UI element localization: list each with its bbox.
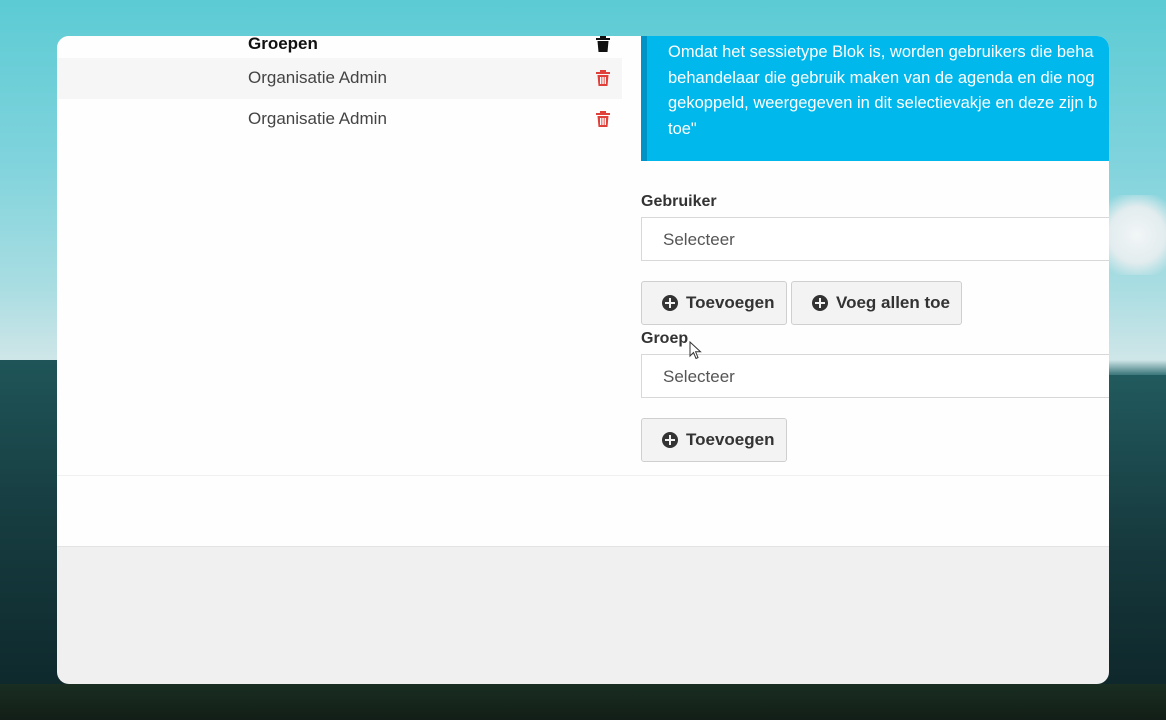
user-field-label: Gebruiker: [641, 193, 717, 210]
group-select-value: Selecteer: [663, 367, 735, 386]
group-name: Organisatie Admin: [248, 68, 387, 87]
add-all-users-button[interactable]: Voeg allen toe: [791, 281, 962, 325]
content-divider: [57, 475, 1109, 476]
add-group-button[interactable]: Toevoegen: [641, 418, 787, 462]
trash-icon[interactable]: [596, 36, 610, 52]
list-item: Organisatie Admin: [57, 99, 622, 140]
main-content: Groepen Organisatie Admin Organisatie Ad…: [57, 36, 1109, 547]
user-select-value: Selecteer: [663, 230, 735, 249]
plus-circle-icon: [662, 432, 678, 448]
background-ground: [0, 684, 1166, 720]
trash-icon[interactable]: [596, 70, 610, 86]
background-hill-right: [1100, 375, 1166, 720]
groups-header-label: Groepen: [248, 36, 318, 53]
mouse-cursor-icon: [689, 341, 702, 360]
add-user-button[interactable]: Toevoegen: [641, 281, 787, 325]
group-select[interactable]: Selecteer: [641, 354, 1109, 398]
background-cloud: [1105, 195, 1166, 275]
info-callout: Omdat het sessietype Blok is, worden geb…: [641, 36, 1109, 161]
add-group-button-label: Toevoegen: [686, 430, 775, 449]
group-field-label: Groep: [641, 330, 689, 347]
plus-circle-icon: [662, 295, 678, 311]
trash-icon[interactable]: [596, 111, 610, 127]
plus-circle-icon: [812, 295, 828, 311]
user-select[interactable]: Selecteer: [641, 217, 1109, 261]
list-item: Organisatie Admin: [57, 58, 622, 99]
app-window: Groepen Organisatie Admin Organisatie Ad…: [57, 36, 1109, 684]
add-all-users-button-label: Voeg allen toe: [836, 293, 950, 312]
add-user-button-label: Toevoegen: [686, 293, 775, 312]
group-name: Organisatie Admin: [248, 109, 387, 128]
